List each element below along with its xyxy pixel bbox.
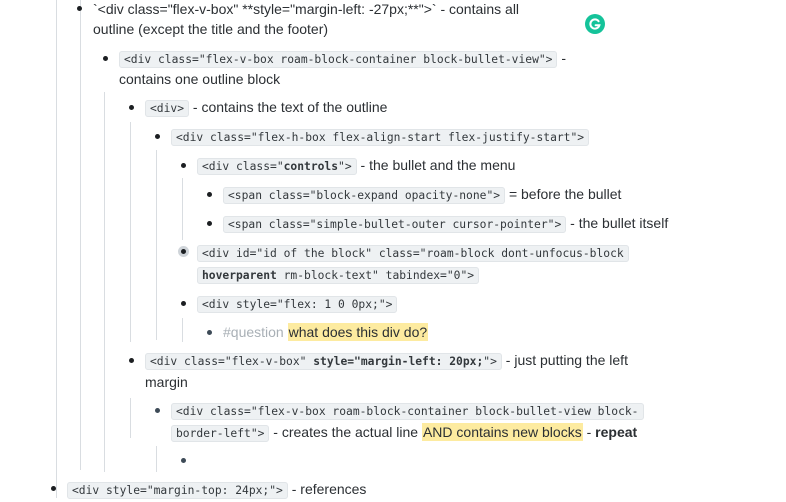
block-text-fragment: - contains the text of the outline — [189, 99, 388, 115]
block-bullet[interactable] — [129, 358, 134, 363]
block-bullet[interactable] — [181, 163, 186, 168]
block-text-line: outline (except the title and the footer… — [93, 21, 329, 37]
block-text-fragment: - — [557, 50, 567, 66]
inline-code: <div id="id of the block" class="roam-bl… — [197, 245, 629, 262]
code-fragment-bold: style="margin-left: 20px; — [313, 355, 484, 368]
inline-code: <div class="flex-v-box roam-block-contai… — [171, 403, 644, 420]
block-text-fragment: - just putting the left — [501, 352, 628, 368]
block-bullet[interactable] — [155, 408, 160, 413]
indent-guide-9 — [156, 446, 157, 472]
inline-code: <div class="controls"> — [197, 158, 357, 175]
indent-guide-8 — [130, 398, 131, 438]
block-bullet[interactable] — [207, 221, 212, 226]
highlighted-text: AND contains new blocks — [421, 423, 583, 441]
block-text-line: contains one outline block — [119, 71, 281, 87]
block-bullet[interactable] — [129, 105, 134, 110]
highlighted-text: what does this div do? — [287, 323, 429, 341]
inline-code: <div> — [145, 100, 190, 117]
block-text-fragment: - — [582, 424, 596, 440]
block-text-fragment: - creates the actual line — [269, 424, 422, 440]
indent-guide-2 — [80, 0, 81, 470]
inline-code: <span class="block-expand opacity-none"> — [223, 187, 506, 204]
block-bullet[interactable] — [181, 301, 186, 306]
block-text[interactable]: <div class="flex-h-box flex-align-start … — [171, 125, 590, 149]
block-bullet[interactable] — [207, 330, 212, 335]
indent-guide-5 — [156, 150, 157, 340]
block-bullet-focused[interactable] — [181, 249, 186, 254]
block-text[interactable]: <div> - contains the text of the outline — [145, 96, 387, 120]
block-text-fragment: - the bullet itself — [566, 215, 669, 231]
block-text[interactable]: <div id="id of the block" class="roam-bl… — [197, 241, 629, 265]
block-bullet-empty[interactable] — [181, 458, 186, 463]
block-text[interactable]: <div style="margin-top: 24px;"> - refere… — [67, 478, 366, 502]
grammarly-icon[interactable] — [585, 14, 605, 34]
inline-code: <div style="flex: 1 0 0px;"> — [197, 296, 398, 313]
block-text[interactable]: <div class="flex-v-box" style="margin-le… — [145, 349, 628, 373]
code-fragment-bold: hoverparent — [202, 269, 277, 282]
code-fragment: rm-block-text" tabindex="0"> — [276, 269, 475, 282]
block-text-fragment: - references — [287, 481, 367, 497]
block-bullet[interactable] — [155, 134, 160, 139]
inline-code: <div style="margin-top: 24px;"> — [67, 482, 288, 499]
grammarly-g-glyph — [589, 18, 601, 30]
indent-guide-6 — [182, 178, 183, 240]
block-text-fragment: - the bullet and the menu — [356, 157, 516, 173]
inline-code: <div class="flex-h-box flex-align-start … — [171, 129, 590, 146]
indent-guide-7 — [182, 318, 183, 342]
block-bullet[interactable] — [207, 192, 212, 197]
block-text[interactable]: <div class="controls"> - the bullet and … — [197, 154, 515, 178]
code-fragment-bold: controls — [283, 160, 339, 173]
inline-code: hoverparent rm-block-text" tabindex="0"> — [197, 267, 480, 284]
indent-guide-4 — [130, 122, 131, 342]
code-fragment: "> — [338, 160, 352, 173]
block-text-continued[interactable]: border-left"> - creates the actual line … — [171, 421, 637, 445]
block-bullet[interactable] — [103, 56, 108, 61]
block-text[interactable]: <span class="simple-bullet-outer cursor-… — [223, 212, 668, 236]
block-text-continued[interactable]: outline (except the title and the footer… — [93, 18, 328, 40]
block-text-line: margin — [145, 374, 188, 390]
block-text-line: `<div class="flex-v-box" **style="margin… — [93, 1, 520, 17]
block-bullet[interactable] — [77, 6, 82, 11]
inline-code: border-left"> — [171, 425, 270, 442]
block-text[interactable]: #question what does this div do? — [223, 321, 429, 343]
code-fragment: "> — [483, 355, 497, 368]
indent-guide-3 — [104, 92, 105, 472]
block-text[interactable]: <div class="flex-v-box roam-block-contai… — [171, 399, 644, 423]
inline-code: <span class="simple-bullet-outer cursor-… — [223, 216, 567, 233]
indent-guide-1 — [56, 0, 57, 498]
block-text-fragment: = before the bullet — [505, 186, 622, 202]
block-text-continued[interactable]: contains one outline block — [119, 68, 280, 90]
hashtag-link[interactable]: #question — [223, 324, 284, 340]
code-fragment: <div class=" — [202, 160, 284, 173]
block-text-continued[interactable]: margin — [145, 371, 188, 393]
inline-code: <div class="flex-v-box" style="margin-le… — [145, 353, 502, 370]
bold-text: repeat — [595, 424, 638, 440]
inline-code: <div class="flex-v-box roam-block-contai… — [119, 51, 558, 68]
block-text[interactable]: <div style="flex: 1 0 0px;"> — [197, 292, 398, 316]
block-text[interactable]: `<div class="flex-v-box" **style="margin… — [93, 0, 519, 20]
block-bullet[interactable] — [51, 486, 56, 491]
block-text[interactable]: <span class="block-expand opacity-none">… — [223, 183, 621, 207]
code-fragment: <div class="flex-v-box" — [150, 355, 314, 368]
block-text-continued[interactable]: hoverparent rm-block-text" tabindex="0"> — [197, 263, 480, 287]
